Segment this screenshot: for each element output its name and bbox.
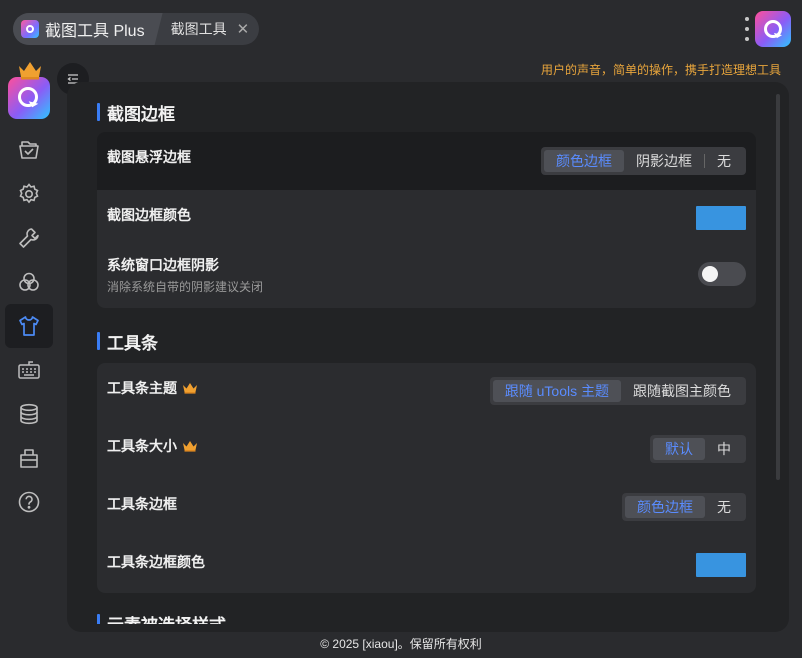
plugin-logo-icon[interactable] [755,11,791,47]
toolbar-border-color-label: 工具条边框颜色 [107,554,205,570]
scrollbar-thumb[interactable] [776,94,780,480]
float-border-label: 截图悬浮边框 [107,149,191,165]
crown-icon [182,382,198,394]
crown-icon [17,60,43,80]
title-bar: 截图工具 Plus 截图工具 ✕ 用户的声音，简单的操作，携手打造理想工具 [0,0,802,77]
toggle-knob [702,266,718,282]
section-title-selection-style: 元素被选择样式 [97,605,756,624]
tab-label: 截图工具 [170,21,227,37]
sidebar-item-settings[interactable] [5,172,53,216]
toolbar-border-row: 工具条边框 颜色边框 无 [97,479,756,537]
sidebar-item-tools[interactable] [5,216,53,260]
sidebar-item-shortcuts[interactable] [5,348,53,392]
toolbar-settings-card: 工具条主题 跟随 uTools 主题 跟随截图主颜色 工具条大小 默认 中 工具… [97,363,756,593]
settings-scroll-area[interactable]: 截图边框 截图悬浮边框 颜色边框 阴影边框 无 截图边框颜色 系统窗口边框阴影 … [97,94,756,624]
shop-icon [20,449,38,468]
toolbar-size-option-default[interactable]: 默认 [653,438,705,460]
toolbar-size-label: 工具条大小 [107,438,177,454]
toolbar-border-option-none[interactable]: 无 [705,496,743,518]
app-logo-icon [8,77,50,119]
footer-copyright: © 2025 [xiaou]。保留所有权利 [320,637,482,651]
settings-panel: 截图边框 截图悬浮边框 颜色边框 阴影边框 无 截图边框颜色 系统窗口边框阴影 … [67,82,789,632]
border-color-row: 截图边框颜色 [97,190,756,246]
toolbar-border-color-swatch[interactable] [696,553,746,577]
float-border-row: 截图悬浮边框 颜色边框 阴影边框 无 [97,132,756,190]
app-title: 截图工具 Plus [45,23,145,40]
tab-screenshot-tool[interactable]: 截图工具 ✕ [163,13,260,45]
border-color-label: 截图边框颜色 [107,207,191,223]
toolbar-theme-label: 工具条主题 [107,380,177,396]
toolbar-theme-label-wrap: 工具条主题 [107,378,198,398]
window-shadow-label: 系统窗口边框阴影 [107,257,219,273]
border-settings-card: 截图悬浮边框 颜色边框 阴影边框 无 截图边框颜色 系统窗口边框阴影 消除系统自… [97,132,756,308]
close-icon[interactable]: ✕ [237,20,250,38]
float-border-segmented: 颜色边框 阴影边框 无 [541,147,746,175]
window-shadow-desc: 消除系统自带的阴影建议关闭 [107,280,264,294]
toolbar-border-segmented: 颜色边框 无 [622,493,746,521]
toolbar-size-label-wrap: 工具条大小 [107,436,198,456]
toolbar-theme-option-utools[interactable]: 跟随 uTools 主题 [492,380,621,402]
float-border-option-shadow[interactable]: 阴影边框 [624,150,704,172]
color-circles-icon [19,272,39,291]
app-logo-icon [21,20,39,38]
app-tab[interactable]: 截图工具 Plus [13,13,163,45]
section-title-toolbar: 工具条 [97,323,756,359]
folder-open-icon [19,141,39,159]
toolbar-theme-segmented: 跟随 uTools 主题 跟随截图主颜色 [489,377,746,405]
shirt-icon [19,316,39,336]
toolbar-size-row: 工具条大小 默认 中 [97,421,756,479]
more-menu-icon[interactable] [744,17,750,41]
sidebar-nav [5,128,53,524]
toolbar-border-color-row: 工具条边框颜色 [97,537,756,593]
wrench-icon [19,228,39,248]
border-color-swatch[interactable] [696,206,746,230]
toolbar-size-segmented: 默认 中 [650,435,746,463]
float-border-option-none[interactable]: 无 [705,150,743,172]
slogan-text: 用户的声音，简单的操作，携手打造理想工具 [540,63,781,77]
database-icon [20,403,38,425]
toolbar-theme-option-main-color[interactable]: 跟随截图主颜色 [621,380,743,402]
toolbar-size-option-medium[interactable]: 中 [705,438,743,460]
help-icon [18,491,40,513]
crown-icon [182,440,198,452]
window-shadow-row: 系统窗口边框阴影 消除系统自带的阴影建议关闭 [97,246,756,308]
sidebar [0,58,60,658]
toolbar-border-option-color[interactable]: 颜色边框 [625,496,705,518]
window-shadow-toggle[interactable] [698,262,746,286]
section-title-border: 截图边框 [97,94,756,130]
sidebar-item-colors[interactable] [5,260,53,304]
keyboard-icon [18,361,40,379]
toolbar-theme-row: 工具条主题 跟随 uTools 主题 跟随截图主颜色 [97,363,756,421]
toolbar-border-label: 工具条边框 [107,496,177,512]
sidebar-item-folder[interactable] [5,128,53,172]
sidebar-item-help[interactable] [5,480,53,524]
sidebar-item-store[interactable] [5,436,53,480]
sidebar-item-appearance[interactable] [5,304,53,348]
tab-strip: 截图工具 Plus 截图工具 ✕ [13,13,260,45]
sidebar-item-storage[interactable] [5,392,53,436]
float-border-option-color[interactable]: 颜色边框 [544,150,624,172]
gear-icon [19,183,39,204]
